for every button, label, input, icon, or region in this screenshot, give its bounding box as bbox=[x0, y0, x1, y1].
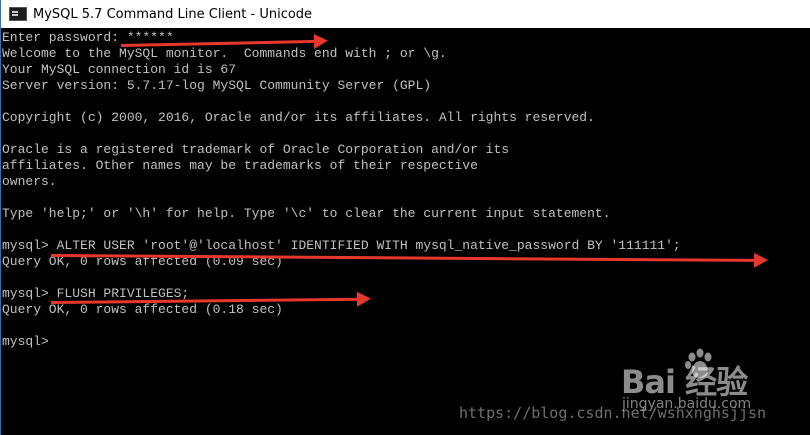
console-line: Server version: 5.7.17-log MySQL Communi… bbox=[2, 78, 432, 93]
console-line: Type 'help;' or '\h' for help. Type '\c'… bbox=[2, 206, 611, 221]
console-line: owners. bbox=[2, 174, 57, 189]
console-line: Copyright (c) 2000, 2016, Oracle and/or … bbox=[2, 110, 595, 125]
console-line: Query OK, 0 rows affected (0.18 sec) bbox=[2, 302, 283, 317]
console-line: affiliates. Other names may be trademark… bbox=[2, 158, 478, 173]
window-title: MySQL 5.7 Command Line Client - Unicode bbox=[33, 6, 313, 22]
mysql-client-window: MySQL 5.7 Command Line Client - Unicode … bbox=[0, 0, 810, 435]
console-line: mysql> ALTER USER 'root'@'localhost' IDE… bbox=[2, 238, 681, 253]
console-app-icon bbox=[9, 7, 27, 21]
console-line: Your MySQL connection id is 67 bbox=[2, 62, 237, 77]
csdn-url-watermark: https://blog.csdn.net/wshxnghsjjsn bbox=[459, 404, 767, 422]
console-line: Welcome to the MySQL monitor. Commands e… bbox=[2, 46, 447, 61]
console-line: Oracle is a registered trademark of Orac… bbox=[2, 142, 510, 157]
title-bar[interactable]: MySQL 5.7 Command Line Client - Unicode bbox=[1, 0, 810, 28]
